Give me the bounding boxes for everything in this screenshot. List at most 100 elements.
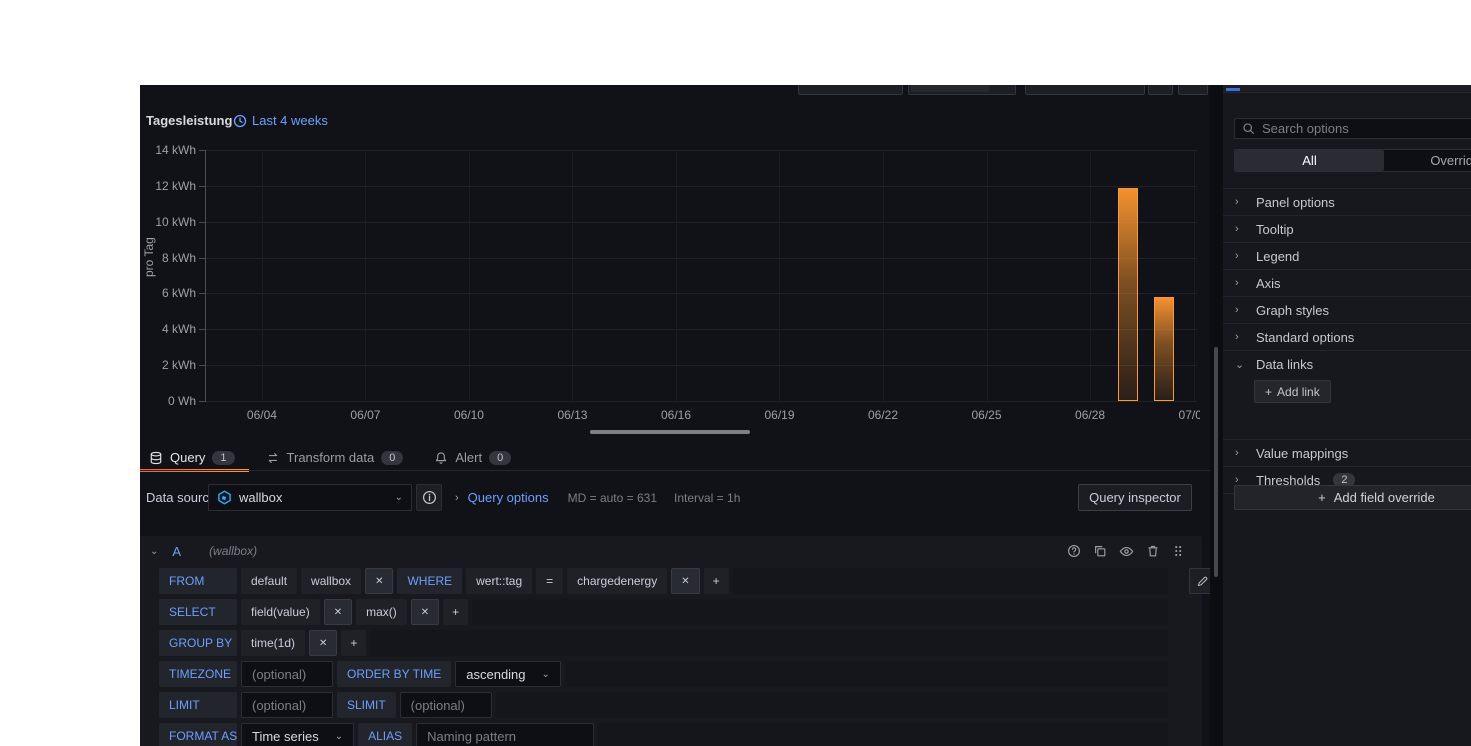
query-card-header[interactable]: ⌄ A (wallbox) bbox=[140, 536, 1202, 566]
chevron-right-icon: › bbox=[1235, 223, 1239, 235]
keyword-group-by[interactable]: GROUP BY bbox=[159, 630, 237, 656]
add-field-override-button[interactable]: + Add field override bbox=[1234, 485, 1471, 510]
query-part[interactable]: default bbox=[241, 568, 298, 594]
y-tick-label: 12 kWh bbox=[155, 178, 196, 193]
keyword-order-by-time[interactable]: ORDER BY TIME bbox=[337, 661, 452, 687]
section-tooltip[interactable]: › Tooltip bbox=[1223, 215, 1471, 242]
grid-line bbox=[205, 365, 1197, 367]
query-editor-rows: FROM default wallbox ✕ WHERE wert::tag = charge… bbox=[159, 568, 1210, 746]
filter-tab-overrides[interactable]: Overrides bbox=[1384, 150, 1471, 171]
keyword-from[interactable]: FROM bbox=[159, 568, 237, 594]
datasource-label: Data source bbox=[146, 490, 217, 505]
grid-line bbox=[468, 150, 470, 401]
keyword-timezone[interactable]: TIMEZONE bbox=[159, 661, 237, 687]
add-button[interactable]: + bbox=[341, 630, 367, 656]
input-format-as[interactable]: Naming pattern bbox=[416, 723, 595, 746]
tab-query[interactable]: Query 1 bbox=[140, 445, 249, 472]
section-graph-styles[interactable]: › Graph styles bbox=[1223, 296, 1471, 323]
select-format-as[interactable]: Time series ⌄ bbox=[241, 723, 355, 746]
grid-line bbox=[205, 257, 1197, 259]
panel-time-range[interactable]: Last 4 weeks bbox=[233, 113, 328, 128]
eye-icon[interactable] bbox=[1119, 544, 1134, 559]
remove-button[interactable]: ✕ bbox=[671, 568, 700, 594]
query-row-group-by: GROUP BY time(1d) ✕ + bbox=[159, 630, 1168, 656]
input-timezone[interactable]: (optional) bbox=[241, 661, 333, 687]
y-tick-label: 2 kWh bbox=[161, 358, 196, 373]
section-panel-options[interactable]: › Panel options bbox=[1223, 188, 1471, 215]
input-limit[interactable]: (optional) bbox=[399, 692, 492, 718]
add-button[interactable]: + bbox=[443, 599, 469, 625]
horizontal-scrollbar[interactable] bbox=[590, 430, 750, 434]
section-body-data-links: + Add link bbox=[1223, 377, 1471, 421]
duplicate-icon[interactable] bbox=[1093, 544, 1107, 558]
accent-mark bbox=[1226, 88, 1240, 91]
keyword-where[interactable]: WHERE bbox=[397, 568, 463, 594]
filter-tab-all[interactable]: All bbox=[1235, 150, 1384, 171]
plus-icon: + bbox=[1318, 490, 1326, 505]
bar-06/30[interactable] bbox=[1154, 297, 1175, 401]
select-value: ascending bbox=[466, 666, 526, 682]
vertical-scrollbar[interactable] bbox=[1214, 347, 1218, 577]
tab-label: Alert bbox=[455, 450, 483, 465]
add-link-label: Add link bbox=[1277, 384, 1320, 399]
remove-button[interactable]: ✕ bbox=[309, 630, 338, 656]
query-options-label: Query options bbox=[467, 490, 549, 505]
keyword-alias[interactable]: ALIAS bbox=[358, 723, 413, 746]
x-tick-label: 06/19 bbox=[764, 408, 795, 422]
keyword-format-as[interactable]: FORMAT AS bbox=[159, 723, 237, 746]
y-tick-label: 0 Wh bbox=[167, 394, 196, 408]
tab-count-badge: 0 bbox=[381, 450, 404, 465]
max-data-points: MD = auto = 631 bbox=[567, 490, 657, 505]
section-label: Tooltip bbox=[1256, 221, 1294, 237]
drag-handle-icon[interactable] bbox=[1172, 544, 1184, 558]
query-part[interactable]: time(1d) bbox=[241, 630, 306, 656]
datasource-help-button[interactable] bbox=[416, 484, 442, 511]
tab-alert[interactable]: Alert 0 bbox=[425, 445, 525, 470]
help-icon[interactable] bbox=[1067, 544, 1081, 558]
tab-transform-data[interactable]: Transform data 0 bbox=[257, 445, 418, 470]
bar-06/29[interactable] bbox=[1117, 187, 1138, 401]
query-row-from: FROM default wallbox ✕ WHERE wert::tag = charge… bbox=[159, 568, 1210, 594]
datasource-picker[interactable]: wallbox ⌄ bbox=[208, 484, 412, 511]
query-ref-id: A bbox=[172, 543, 182, 559]
input-limit[interactable]: (optional) bbox=[241, 692, 333, 718]
section-data-links[interactable]: ⌄ Data links bbox=[1223, 350, 1471, 377]
query-part[interactable]: = bbox=[536, 568, 564, 594]
query-part[interactable]: chargedenergy bbox=[567, 568, 668, 594]
section-value-mappings[interactable]: › Value mappings bbox=[1223, 439, 1471, 466]
edit-raw-query-button[interactable] bbox=[1189, 568, 1210, 594]
remove-button[interactable]: ✕ bbox=[410, 599, 440, 625]
datasource-value: wallbox bbox=[239, 490, 283, 505]
keyword-select[interactable]: SELECT bbox=[159, 599, 237, 625]
section-standard-options[interactable]: › Standard options bbox=[1223, 323, 1471, 350]
grid-line bbox=[205, 401, 1197, 402]
query-part[interactable]: wert::tag bbox=[466, 568, 533, 594]
keyword-limit[interactable]: LIMIT bbox=[159, 692, 237, 718]
tab-label: Query bbox=[170, 450, 206, 465]
section-legend[interactable]: › Legend bbox=[1223, 242, 1471, 269]
y-tick-label: 8 kWh bbox=[161, 250, 196, 265]
add-button[interactable]: + bbox=[703, 568, 729, 594]
y-axis-line bbox=[205, 150, 206, 402]
chevron-down-icon: ⌄ bbox=[150, 545, 159, 557]
add-link-button[interactable]: + Add link bbox=[1254, 380, 1331, 403]
row-filler bbox=[495, 692, 1168, 718]
sidebar-header-cutoff bbox=[1223, 85, 1471, 93]
section-axis[interactable]: › Axis bbox=[1223, 269, 1471, 296]
select-timezone[interactable]: ascending ⌄ bbox=[455, 661, 561, 687]
query-part[interactable]: max() bbox=[356, 599, 407, 625]
query-part[interactable]: wallbox bbox=[301, 568, 362, 594]
remove-button[interactable]: ✕ bbox=[323, 599, 353, 625]
chevron-right-icon: › bbox=[1235, 277, 1239, 289]
remove-button[interactable]: ✕ bbox=[365, 568, 394, 594]
keyword-slimit[interactable]: SLIMIT bbox=[337, 692, 396, 718]
trash-icon[interactable] bbox=[1146, 544, 1160, 558]
options-search-input[interactable]: Search options bbox=[1234, 118, 1471, 139]
query-options-toggle[interactable]: › Query options MD = auto = 631 Interval… bbox=[455, 490, 740, 505]
grid-line bbox=[365, 150, 367, 401]
row-filler bbox=[732, 568, 1168, 594]
query-part[interactable]: field(value) bbox=[241, 599, 320, 625]
query-datasource-hint: (wallbox) bbox=[209, 544, 258, 558]
x-tick-label: 06/16 bbox=[660, 408, 691, 422]
query-inspector-button[interactable]: Query inspector bbox=[1078, 484, 1192, 511]
